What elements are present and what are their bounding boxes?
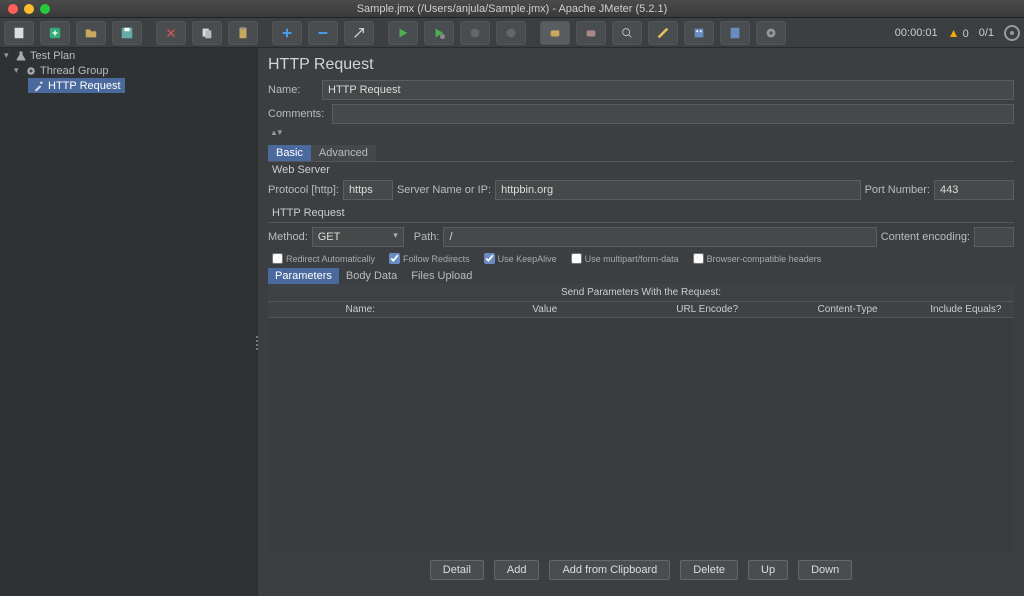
protocol-input[interactable] (343, 180, 393, 200)
server-name-label: Server Name or IP: (397, 184, 491, 196)
thread-count: 0/1 (979, 27, 994, 39)
server-name-input[interactable] (495, 180, 861, 200)
tree-label: HTTP Request (46, 80, 121, 92)
elapsed-time: 00:00:01 (895, 27, 938, 39)
save-button[interactable] (112, 21, 142, 45)
tab-advanced[interactable]: Advanced (311, 145, 376, 161)
body-subtabs: Parameters Body Data Files Upload (268, 268, 1014, 284)
path-input[interactable] (443, 227, 876, 247)
stop-test-icon[interactable] (1004, 25, 1020, 41)
paste-button[interactable] (228, 21, 258, 45)
new-button[interactable] (4, 21, 34, 45)
params-table-body[interactable] (268, 318, 1014, 552)
mac-titlebar: Sample.jmx (/Users/anjula/Sample.jmx) - … (0, 0, 1024, 18)
tree-label: Thread Group (38, 65, 108, 77)
follow-redirects-checkbox[interactable]: Follow Redirects (389, 253, 470, 264)
tree-item-thread-group[interactable]: ▾ Thread Group (0, 63, 257, 78)
clear-all-button[interactable] (576, 21, 606, 45)
name-input[interactable] (322, 80, 1014, 100)
params-table-title: Send Parameters With the Request: (268, 284, 1014, 302)
http-request-section-label: HTTP Request (268, 204, 1014, 223)
clear-button[interactable] (540, 21, 570, 45)
keepalive-checkbox[interactable]: Use KeepAlive (484, 253, 557, 264)
toolbar: 00:00:01 ▲ 0 0/1 (0, 18, 1024, 48)
start-no-pause-button[interactable] (424, 21, 454, 45)
editor-panel: HTTP Request Name: Comments: ▲▼ ···· Bas… (258, 48, 1024, 596)
copy-button[interactable] (192, 21, 222, 45)
flask-icon (14, 50, 28, 62)
add-from-clipboard-button[interactable]: Add from Clipboard (549, 560, 670, 580)
subtab-files-upload[interactable]: Files Upload (404, 268, 479, 284)
tree-item-http-request[interactable]: HTTP Request (28, 78, 125, 93)
start-button[interactable] (388, 21, 418, 45)
comments-label: Comments: (268, 108, 332, 120)
window-title: Sample.jmx (/Users/anjula/Sample.jmx) - … (0, 3, 1024, 15)
splitter-handle[interactable] (254, 328, 260, 358)
function-helper-button[interactable] (684, 21, 714, 45)
cut-button[interactable] (156, 21, 186, 45)
tree-label: Test Plan (28, 50, 75, 62)
th-url-encode: URL Encode? (637, 302, 777, 317)
help-button[interactable] (720, 21, 750, 45)
minimize-window-button[interactable] (24, 4, 34, 14)
pipette-icon (32, 80, 46, 92)
tree-toggle-icon[interactable]: ▾ (4, 50, 14, 61)
path-label: Path: (414, 231, 440, 243)
add-button[interactable]: Add (494, 560, 540, 580)
subtab-parameters[interactable]: Parameters (268, 268, 339, 284)
method-select[interactable] (312, 227, 404, 247)
gear-icon (24, 65, 38, 77)
browser-compat-checkbox[interactable]: Browser-compatible headers (693, 253, 822, 264)
toggle-button[interactable] (344, 21, 374, 45)
templates-button[interactable] (40, 21, 70, 45)
close-window-button[interactable] (8, 4, 18, 14)
method-label: Method: (268, 231, 308, 243)
delete-button[interactable]: Delete (680, 560, 738, 580)
main-area: ▾ Test Plan ▾ Thread Group HTTP Request (0, 48, 1024, 596)
open-button[interactable] (76, 21, 106, 45)
tab-basic[interactable]: Basic (268, 145, 311, 161)
panel-title: HTTP Request (268, 56, 1014, 74)
down-button[interactable]: Down (798, 560, 852, 580)
protocol-label: Protocol [http]: (268, 184, 339, 196)
search-button[interactable] (612, 21, 642, 45)
comments-input[interactable] (332, 104, 1014, 124)
params-buttons: Detail Add Add from Clipboard Delete Up … (268, 552, 1014, 588)
expand-button[interactable] (272, 21, 302, 45)
web-server-section-label: Web Server (268, 162, 1014, 178)
collapse-button[interactable] (308, 21, 338, 45)
config-tabs: Basic Advanced (268, 145, 1014, 162)
multipart-checkbox[interactable]: Use multipart/form-data (571, 253, 679, 264)
tree-panel: ▾ Test Plan ▾ Thread Group HTTP Request (0, 48, 258, 596)
warning-icon: ▲ (948, 26, 960, 40)
collapse-toggle-icon[interactable]: ▲▼ (270, 128, 1014, 137)
name-label: Name: (268, 84, 322, 96)
maximize-window-button[interactable] (40, 4, 50, 14)
port-label: Port Number: (865, 184, 930, 196)
up-button[interactable]: Up (748, 560, 788, 580)
subtab-body-data[interactable]: Body Data (339, 268, 404, 284)
shutdown-button[interactable] (496, 21, 526, 45)
tree-item-test-plan[interactable]: ▾ Test Plan (0, 48, 257, 63)
reset-search-button[interactable] (648, 21, 678, 45)
settings-button[interactable] (756, 21, 786, 45)
th-content-type: Content-Type (777, 302, 917, 317)
encoding-input[interactable] (974, 227, 1014, 247)
redirect-auto-checkbox[interactable]: Redirect Automatically (272, 253, 375, 264)
th-value: Value (453, 302, 638, 317)
port-input[interactable] (934, 180, 1014, 200)
warning-count: 0 (963, 28, 969, 40)
th-include-equals: Include Equals? (918, 302, 1014, 317)
encoding-label: Content encoding: (881, 231, 970, 243)
params-table-header: Name: Value URL Encode? Content-Type Inc… (268, 302, 1014, 318)
stop-button[interactable] (460, 21, 490, 45)
th-name: Name: (268, 302, 453, 317)
detail-button[interactable]: Detail (430, 560, 484, 580)
tree-toggle-icon[interactable]: ▾ (14, 65, 24, 76)
